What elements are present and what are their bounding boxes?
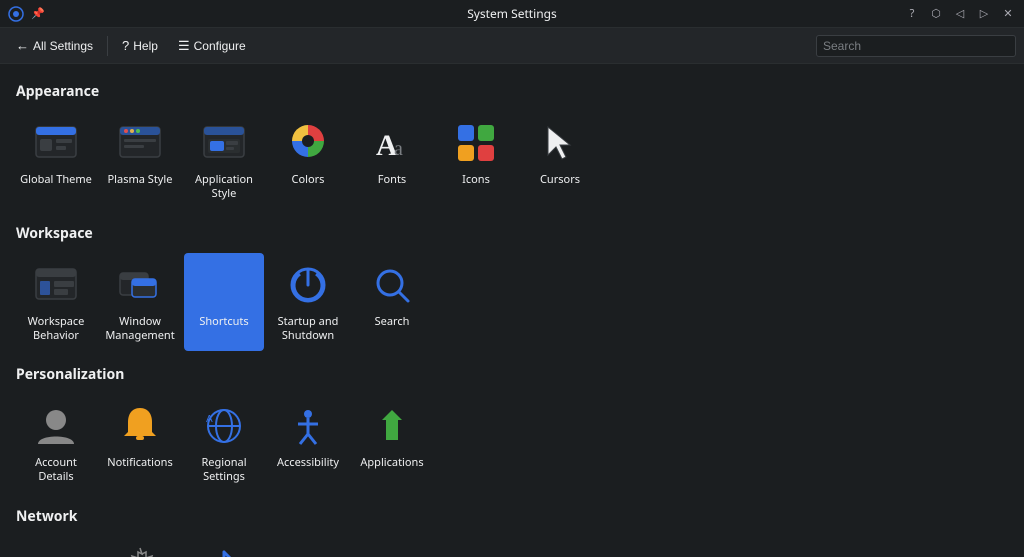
grid-item-icons[interactable]: Icons xyxy=(436,111,516,210)
toolbar-separator xyxy=(107,36,108,56)
grid-item-bluetooth[interactable]: Bluetooth xyxy=(184,536,264,557)
section-grid-appearance: Global Theme Plasma Style Application Styl… xyxy=(16,111,1008,210)
help-icon[interactable]: ? xyxy=(904,6,920,22)
section-appearance: Appearance Global Theme Plasma Style Applic… xyxy=(16,82,1008,210)
hex-icon[interactable]: ⬡ xyxy=(928,6,944,22)
fonts-label: Fonts xyxy=(378,173,406,187)
section-title-network: Network xyxy=(16,507,1008,526)
grid-item-plasma-style[interactable]: Plasma Style xyxy=(100,111,180,210)
help-question-icon: ? xyxy=(122,38,129,53)
settings-icon xyxy=(116,544,164,557)
grid-item-regional-settings[interactable]: A Regional Settings xyxy=(184,394,264,493)
global-theme-icon xyxy=(32,119,80,167)
grid-item-notifications[interactable]: Notifications xyxy=(100,394,180,493)
grid-item-shortcuts[interactable]: Shortcuts xyxy=(184,253,264,352)
shortcuts-icon xyxy=(200,261,248,309)
close-icon[interactable]: ✕ xyxy=(1000,6,1016,22)
grid-item-connections[interactable]: Connections xyxy=(16,536,96,557)
applications-icon xyxy=(368,402,416,450)
section-title-appearance: Appearance xyxy=(16,82,1008,101)
shortcuts-label: Shortcuts xyxy=(199,315,248,329)
grid-item-settings[interactable]: Settings xyxy=(100,536,180,557)
section-title-workspace: Workspace xyxy=(16,224,1008,243)
title-bar-right: ? ⬡ ◁ ▷ ✕ xyxy=(904,6,1016,22)
section-grid-workspace: Workspace Behavior Window Management Short… xyxy=(16,253,1008,352)
accessibility-icon xyxy=(284,402,332,450)
search-label: Search xyxy=(375,315,410,329)
main-content: Appearance Global Theme Plasma Style Applic… xyxy=(0,64,1024,557)
plasma-style-icon xyxy=(116,119,164,167)
workspace-behavior-icon xyxy=(32,261,80,309)
section-grid-personalization: Account Details Notifications A Regional Se… xyxy=(16,394,1008,493)
application-style-label: Application Style xyxy=(188,173,260,202)
help-button[interactable]: ? Help xyxy=(114,34,166,57)
plasma-style-label: Plasma Style xyxy=(108,173,173,187)
grid-item-workspace-behavior[interactable]: Workspace Behavior xyxy=(16,253,96,352)
accessibility-label: Accessibility xyxy=(277,456,339,470)
account-details-icon xyxy=(32,402,80,450)
search-icon xyxy=(368,261,416,309)
all-settings-button[interactable]: ← All Settings xyxy=(8,34,101,57)
fonts-icon: Aa xyxy=(368,119,416,167)
notifications-icon xyxy=(116,402,164,450)
grid-item-global-theme[interactable]: Global Theme xyxy=(16,111,96,210)
grid-item-search[interactable]: Search xyxy=(352,253,432,352)
notifications-label: Notifications xyxy=(107,456,172,470)
grid-item-window-management[interactable]: Window Management xyxy=(100,253,180,352)
connections-icon xyxy=(32,544,80,557)
account-details-label: Account Details xyxy=(20,456,92,485)
workspace-behavior-label: Workspace Behavior xyxy=(20,315,92,344)
window-title: System Settings xyxy=(467,5,557,22)
startup-shutdown-label: Startup and Shutdown xyxy=(272,315,344,344)
back-arrow-icon: ← xyxy=(16,38,29,53)
colors-icon xyxy=(284,119,332,167)
configure-button[interactable]: ☰ Configure xyxy=(170,34,254,58)
svg-text:A: A xyxy=(206,414,213,425)
grid-item-colors[interactable]: Colors xyxy=(268,111,348,210)
configure-icon: ☰ xyxy=(178,38,190,54)
icons-icon xyxy=(452,119,500,167)
search-input[interactable] xyxy=(823,39,1009,53)
bluetooth-icon xyxy=(200,544,248,557)
section-workspace: Workspace Workspace Behavior Window Manage… xyxy=(16,224,1008,352)
app-icon xyxy=(8,6,24,22)
toolbar: ← All Settings ? Help ☰ Configure xyxy=(0,28,1024,64)
back-icon[interactable]: ◁ xyxy=(952,6,968,22)
grid-item-application-style[interactable]: Application Style xyxy=(184,111,264,210)
section-network: Network ConnectionsSettingsBluetooth xyxy=(16,507,1008,557)
forward-icon[interactable]: ▷ xyxy=(976,6,992,22)
cursors-label: Cursors xyxy=(540,173,580,187)
cursors-icon xyxy=(536,119,584,167)
search-bar[interactable] xyxy=(816,35,1016,57)
grid-item-applications[interactable]: Applications xyxy=(352,394,432,493)
window-management-icon xyxy=(116,261,164,309)
window-management-label: Window Management xyxy=(104,315,176,344)
global-theme-label: Global Theme xyxy=(20,173,92,187)
grid-item-accessibility[interactable]: Accessibility xyxy=(268,394,348,493)
colors-label: Colors xyxy=(292,173,325,187)
section-title-personalization: Personalization xyxy=(16,365,1008,384)
grid-item-fonts[interactable]: Aa Fonts xyxy=(352,111,432,210)
startup-shutdown-icon xyxy=(284,261,332,309)
section-personalization: Personalization Account Details Notificati… xyxy=(16,365,1008,493)
pin-icon[interactable]: 📌 xyxy=(30,6,46,22)
regional-settings-label: Regional Settings xyxy=(188,456,260,485)
regional-settings-icon: A xyxy=(200,402,248,450)
application-style-icon xyxy=(200,119,248,167)
grid-item-cursors[interactable]: Cursors xyxy=(520,111,600,210)
svg-text:a: a xyxy=(394,138,403,160)
title-bar-left: 📌 xyxy=(8,6,46,22)
grid-item-account-details[interactable]: Account Details xyxy=(16,394,96,493)
applications-label: Applications xyxy=(360,456,423,470)
grid-item-startup-shutdown[interactable]: Startup and Shutdown xyxy=(268,253,348,352)
icons-label: Icons xyxy=(462,173,490,187)
section-grid-network: ConnectionsSettingsBluetooth xyxy=(16,536,1008,557)
title-bar: 📌 System Settings ? ⬡ ◁ ▷ ✕ xyxy=(0,0,1024,28)
